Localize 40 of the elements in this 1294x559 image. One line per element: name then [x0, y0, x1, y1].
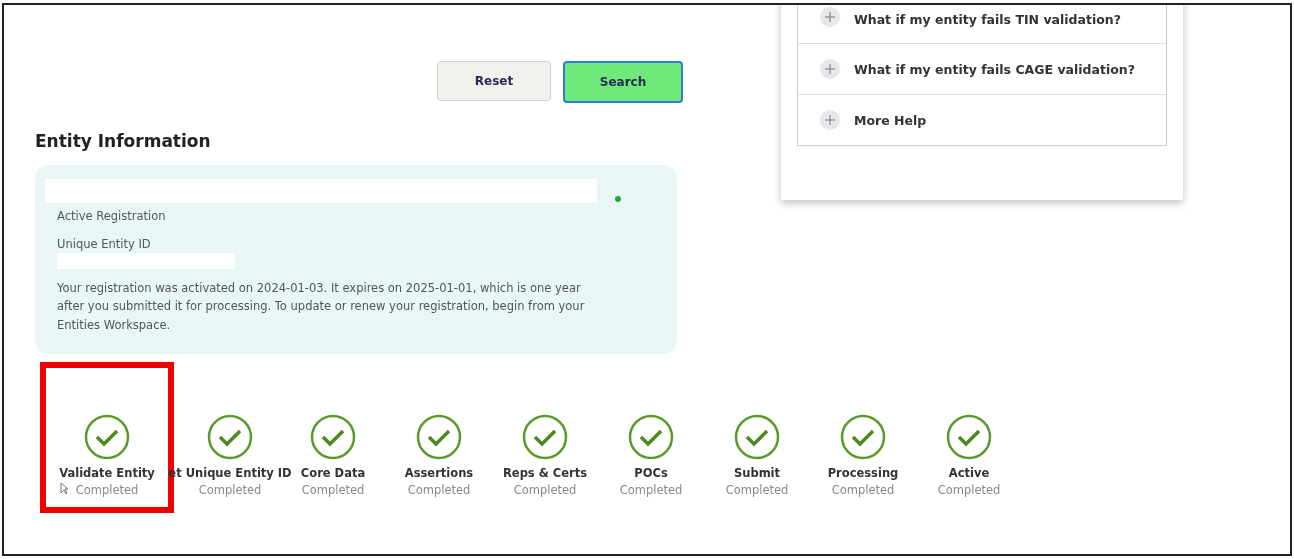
- check-circle-icon: [416, 414, 462, 461]
- step-status: Completed: [198, 483, 262, 498]
- cursor-icon: [60, 482, 69, 496]
- step-status: Completed: [831, 483, 895, 498]
- status-dot: [615, 196, 621, 202]
- check-circle-icon: [207, 414, 253, 461]
- step-label: Validate Entity: [59, 466, 155, 481]
- step-status: Completed: [407, 483, 471, 498]
- check-circle-icon: [628, 414, 674, 461]
- step-status: Completed: [75, 483, 139, 498]
- step-status: Completed: [513, 483, 577, 498]
- plus-icon: [820, 59, 840, 79]
- plus-icon: [820, 110, 840, 130]
- check-circle-icon: [734, 414, 780, 461]
- reset-button[interactable]: Reset: [437, 61, 551, 101]
- step-label: Active: [948, 466, 990, 481]
- step-label: Reps & Certs: [503, 466, 587, 481]
- check-circle-icon: [840, 414, 886, 461]
- step-status: Completed: [619, 483, 683, 498]
- step-label: Submit: [733, 466, 781, 481]
- step-label: Assertions: [404, 466, 474, 481]
- registration-status: Active Registration: [57, 209, 167, 223]
- search-button[interactable]: Search: [563, 61, 683, 103]
- step-label: POCs: [634, 466, 668, 481]
- check-circle-icon: [310, 414, 356, 461]
- section-heading: Entity Information: [35, 131, 212, 151]
- plus-icon: [820, 7, 840, 27]
- step-status: Completed: [725, 483, 789, 498]
- check-circle-icon: [946, 414, 992, 461]
- check-circle-icon: [84, 414, 130, 461]
- help-item[interactable]: What if my entity fails CAGE validation?: [798, 43, 1166, 94]
- step-label: Core Data: [300, 466, 366, 481]
- step-status: Completed: [937, 483, 1001, 498]
- id-label: Unique Entity ID: [57, 237, 151, 251]
- registration-message: Your registration was activated on 2024-01-03. It expires on 2025-01-01, which is one year after you submitted it for processing. To update or renew your registration, begin from your Entities Workspace.: [57, 280, 586, 334]
- step-status: Completed: [301, 483, 365, 498]
- help-item[interactable]: What if my entity fails TIN validation?: [798, 5, 1166, 43]
- help-item[interactable]: More Help: [798, 94, 1166, 145]
- check-circle-icon: [522, 414, 568, 461]
- step-label: Processing: [827, 466, 899, 481]
